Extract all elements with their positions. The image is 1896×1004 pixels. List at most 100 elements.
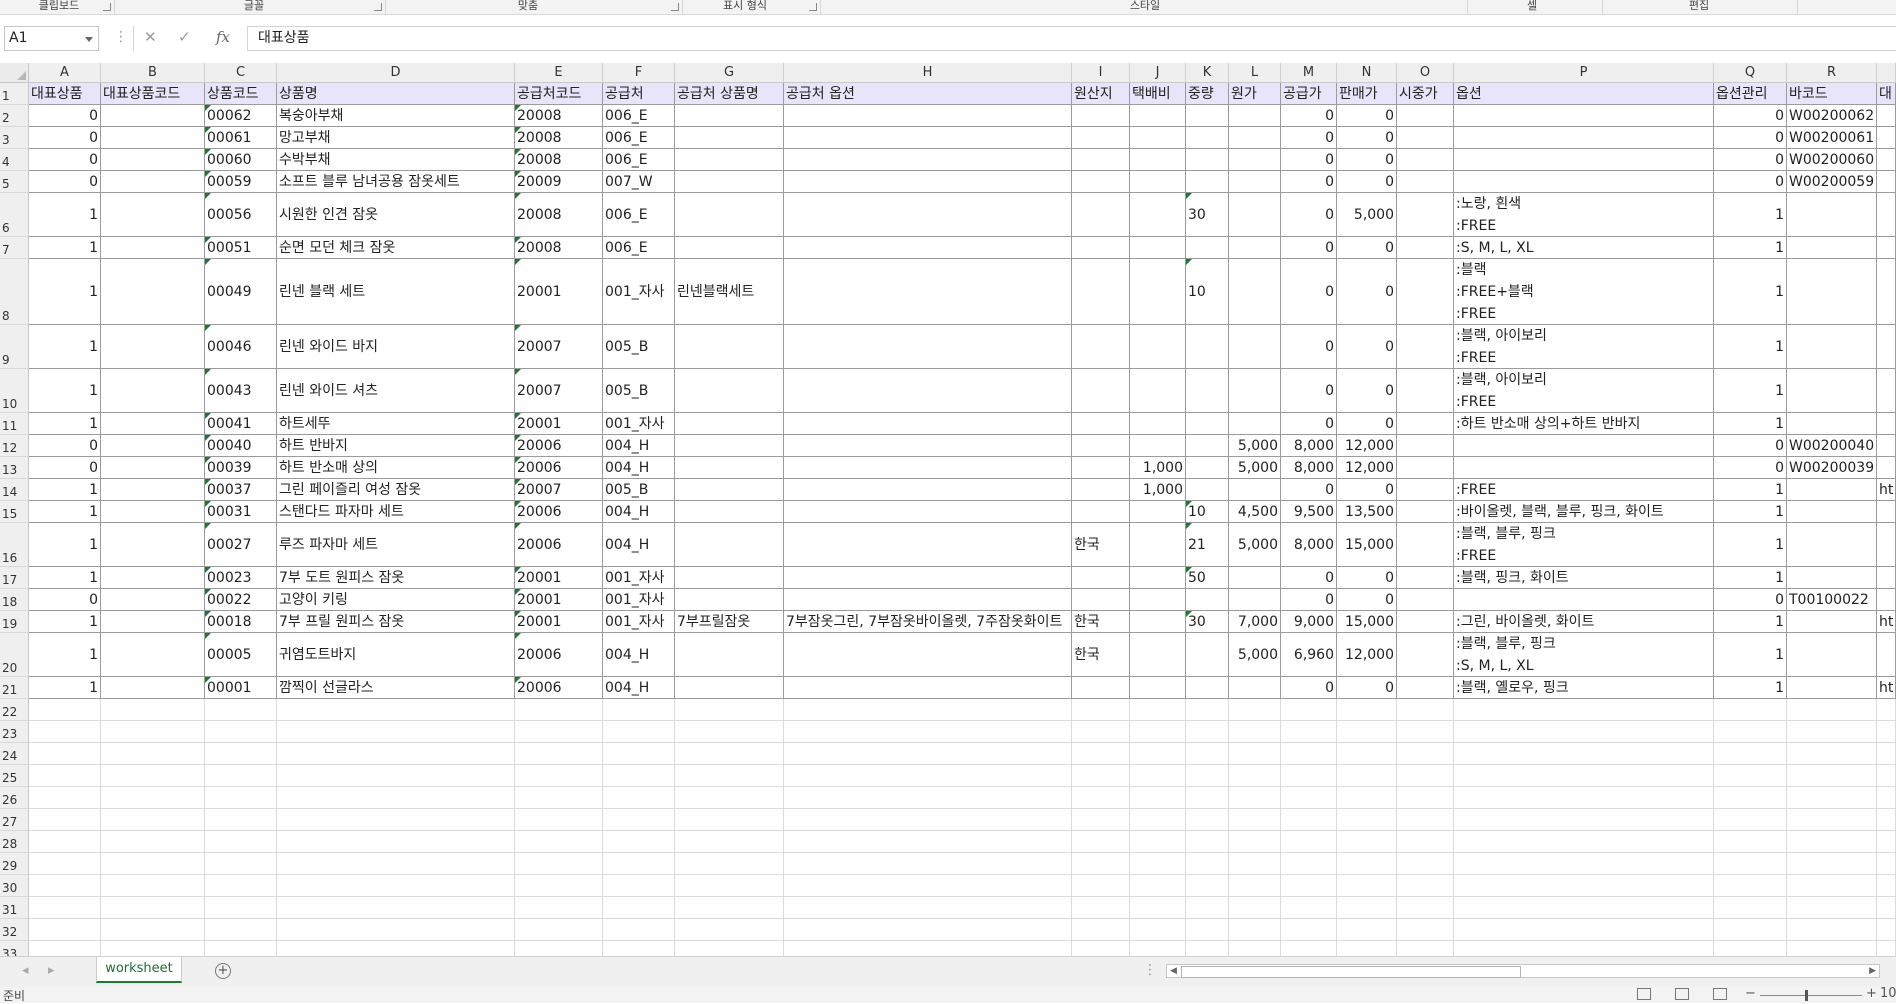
table-cell[interactable]	[1397, 677, 1454, 699]
empty-cell[interactable]	[1714, 875, 1787, 897]
table-cell[interactable]: 001_자사	[603, 611, 675, 633]
empty-cell[interactable]	[101, 721, 205, 743]
empty-cell[interactable]	[1714, 941, 1787, 956]
empty-cell[interactable]	[515, 699, 603, 721]
table-cell[interactable]	[101, 259, 205, 325]
table-cell[interactable]: 0	[1337, 237, 1397, 259]
column-header-r[interactable]: R	[1787, 63, 1877, 83]
table-cell[interactable]: 0	[1337, 259, 1397, 325]
table-cell[interactable]	[1072, 435, 1130, 457]
empty-cell[interactable]	[603, 699, 675, 721]
table-cell[interactable]: 0	[1281, 369, 1337, 413]
table-cell[interactable]	[1072, 127, 1130, 149]
empty-cell[interactable]	[1397, 831, 1454, 853]
table-cell[interactable]: 00043	[205, 369, 277, 413]
table-cell[interactable]: 001_자사	[603, 413, 675, 435]
table-cell[interactable]: 1	[29, 501, 101, 523]
row-header[interactable]: 29	[0, 853, 29, 875]
table-cell[interactable]: :FREE	[1454, 479, 1714, 501]
prev-sheet-icon[interactable]: ◂	[22, 963, 29, 978]
table-cell[interactable]: 005_B	[603, 479, 675, 501]
table-cell[interactable]	[1454, 149, 1714, 171]
table-cell[interactable]: 0	[1281, 149, 1337, 171]
empty-cell[interactable]	[101, 875, 205, 897]
empty-cell[interactable]	[1877, 787, 1896, 809]
empty-cell[interactable]	[205, 919, 277, 941]
empty-cell[interactable]	[101, 787, 205, 809]
table-cell[interactable]: 001_자사	[603, 589, 675, 611]
table-cell[interactable]	[1229, 193, 1281, 237]
table-cell[interactable]	[675, 501, 784, 523]
empty-cell[interactable]	[1337, 809, 1397, 831]
header-cell[interactable]: 공급처코드	[515, 83, 603, 105]
table-cell[interactable]: 00060	[205, 149, 277, 171]
table-cell[interactable]: 0	[1337, 171, 1397, 193]
table-cell[interactable]: 004_H	[603, 457, 675, 479]
empty-cell[interactable]	[1072, 941, 1130, 956]
zoom-slider[interactable]	[1760, 995, 1862, 996]
column-header-i[interactable]: I	[1072, 63, 1130, 83]
empty-cell[interactable]	[205, 809, 277, 831]
empty-cell[interactable]	[1186, 919, 1229, 941]
page-break-view-icon[interactable]	[1713, 988, 1727, 1000]
table-cell[interactable]	[675, 523, 784, 567]
empty-cell[interactable]	[29, 831, 101, 853]
empty-cell[interactable]	[1397, 875, 1454, 897]
table-cell[interactable]: 20006	[515, 435, 603, 457]
row-header[interactable]: 19	[0, 611, 29, 633]
empty-cell[interactable]	[675, 721, 784, 743]
table-cell[interactable]: 0	[1281, 259, 1337, 325]
empty-cell[interactable]	[1072, 853, 1130, 875]
table-cell[interactable]	[784, 413, 1072, 435]
column-header-c[interactable]: C	[205, 63, 277, 83]
table-cell[interactable]	[675, 369, 784, 413]
empty-cell[interactable]	[675, 765, 784, 787]
empty-cell[interactable]	[515, 787, 603, 809]
empty-cell[interactable]	[1337, 721, 1397, 743]
empty-cell[interactable]	[1877, 743, 1896, 765]
row-header[interactable]: 5	[0, 171, 29, 193]
table-cell[interactable]	[784, 435, 1072, 457]
table-cell[interactable]	[1397, 501, 1454, 523]
table-cell[interactable]: 0	[1337, 105, 1397, 127]
empty-cell[interactable]	[1397, 699, 1454, 721]
table-cell[interactable]	[1130, 325, 1186, 369]
table-cell[interactable]	[1877, 149, 1896, 171]
empty-cell[interactable]	[29, 809, 101, 831]
table-cell[interactable]: 006_E	[603, 127, 675, 149]
table-cell[interactable]: 20008	[515, 149, 603, 171]
empty-cell[interactable]	[1337, 765, 1397, 787]
row-header[interactable]: 24	[0, 743, 29, 765]
table-cell[interactable]	[1397, 127, 1454, 149]
table-cell[interactable]: 1	[29, 611, 101, 633]
table-cell[interactable]: 8,000	[1281, 457, 1337, 479]
table-cell[interactable]: 12,000	[1337, 633, 1397, 677]
table-cell[interactable]	[784, 677, 1072, 699]
table-cell[interactable]	[1454, 435, 1714, 457]
table-cell[interactable]	[101, 149, 205, 171]
empty-cell[interactable]	[1229, 831, 1281, 853]
empty-cell[interactable]	[1130, 919, 1186, 941]
table-cell[interactable]: 00056	[205, 193, 277, 237]
table-cell[interactable]	[1454, 171, 1714, 193]
empty-cell[interactable]	[1397, 941, 1454, 956]
empty-cell[interactable]	[515, 809, 603, 831]
empty-cell[interactable]	[1714, 743, 1787, 765]
table-cell[interactable]	[1130, 501, 1186, 523]
horizontal-scrollbar[interactable]: ◀ ▶	[1166, 964, 1880, 978]
empty-cell[interactable]	[1337, 875, 1397, 897]
empty-cell[interactable]	[1454, 853, 1714, 875]
empty-cell[interactable]	[205, 787, 277, 809]
empty-cell[interactable]	[515, 721, 603, 743]
tab-split-handle-icon[interactable]: ⋮	[1143, 962, 1157, 978]
row-header[interactable]: 2	[0, 105, 29, 127]
table-cell[interactable]	[1229, 127, 1281, 149]
table-cell[interactable]	[1787, 479, 1877, 501]
empty-cell[interactable]	[205, 941, 277, 956]
table-cell[interactable]: 15,000	[1337, 611, 1397, 633]
empty-cell[interactable]	[1186, 721, 1229, 743]
empty-cell[interactable]	[277, 743, 515, 765]
table-cell[interactable]: 린넨 블랙 세트	[277, 259, 515, 325]
empty-cell[interactable]	[1229, 809, 1281, 831]
table-cell[interactable]: 004_H	[603, 435, 675, 457]
